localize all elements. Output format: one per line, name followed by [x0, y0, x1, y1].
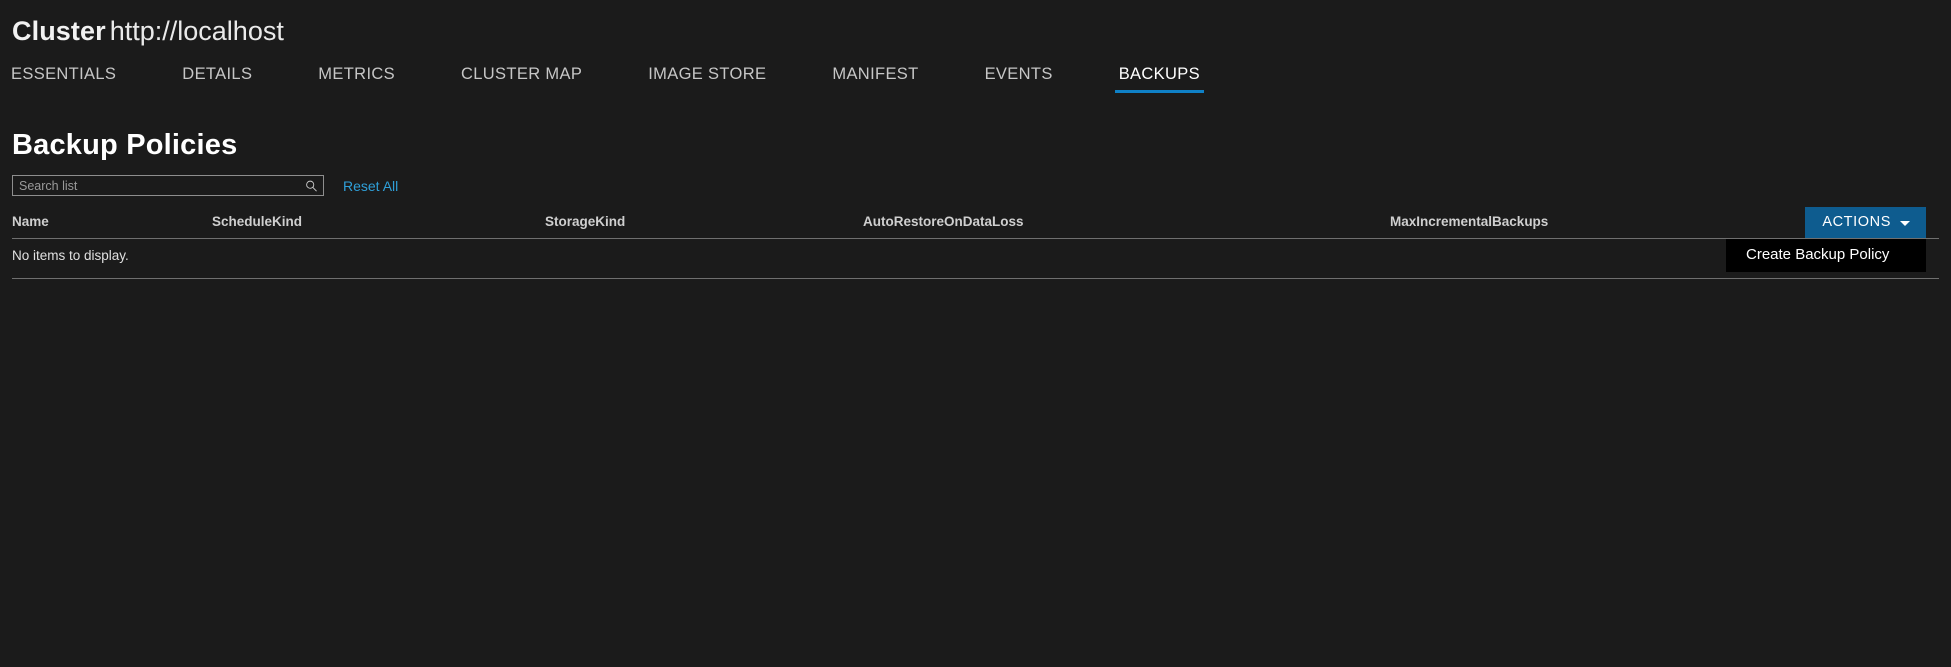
tab-image-store[interactable]: IMAGE STORE [648, 65, 766, 93]
column-header-schedulekind[interactable]: ScheduleKind [212, 214, 302, 229]
search-box[interactable] [12, 175, 324, 196]
column-header-maxincrementalbackups[interactable]: MaxIncrementalBackups [1390, 214, 1548, 229]
column-header-storagekind[interactable]: StorageKind [545, 214, 625, 229]
tab-essentials[interactable]: ESSENTIALS [11, 65, 116, 93]
column-header-name[interactable]: Name [12, 214, 49, 229]
reset-all-link[interactable]: Reset All [343, 178, 398, 194]
tab-bar: ESSENTIALS DETAILS METRICS CLUSTER MAP IMAGE… [0, 61, 1951, 93]
column-header-autorestoreondataloss[interactable]: AutoRestoreOnDataLoss [863, 214, 1024, 229]
table-body: No items to display. [12, 239, 1939, 279]
filter-row: Reset All [12, 175, 1939, 196]
page-title: Cluster http://localhost [12, 14, 1951, 48]
section-title: Backup Policies [12, 129, 238, 161]
tab-metrics[interactable]: METRICS [318, 65, 395, 93]
search-input[interactable] [13, 176, 323, 195]
table-header-row: Name ScheduleKind StorageKind AutoRestoreOn… [12, 214, 1939, 239]
empty-state-message: No items to display. [12, 248, 129, 263]
backup-policies-table: Name ScheduleKind StorageKind AutoRestoreOn… [12, 214, 1939, 279]
tab-manifest[interactable]: MANIFEST [832, 65, 918, 93]
tab-details[interactable]: DETAILS [182, 65, 252, 93]
backup-policies-section: Backup Policies Reset All Name ScheduleKi… [0, 129, 1951, 279]
page-title-url: http://localhost [109, 16, 284, 46]
tab-backups[interactable]: BACKUPS [1114, 65, 1205, 93]
page-header: Cluster http://localhost [0, 0, 1951, 48]
tab-cluster-map[interactable]: CLUSTER MAP [461, 65, 582, 93]
page-title-entity: Cluster [12, 16, 106, 46]
tab-events[interactable]: EVENTS [985, 65, 1053, 93]
